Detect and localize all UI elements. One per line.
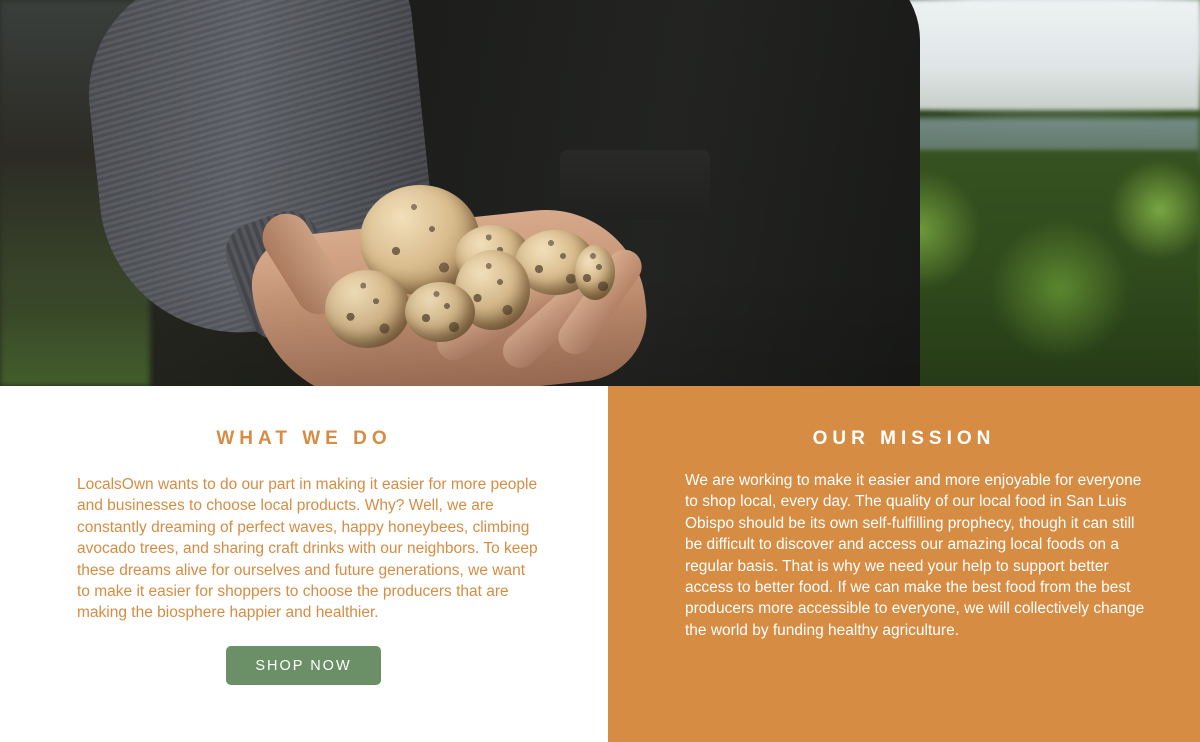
what-we-do-heading: WHAT WE DO — [216, 428, 392, 449]
our-mission-body: We are working to make it easier and mor… — [685, 472, 1145, 639]
page: WHAT WE DO LocalsOwn wants to do our par… — [0, 0, 1200, 742]
our-mission-section: OUR MISSION We are working to make it ea… — [608, 386, 1200, 742]
hero-shade — [0, 0, 1200, 386]
what-we-do-body: LocalsOwn wants to do our part in making… — [77, 476, 538, 622]
shop-now-button[interactable]: SHOP NOW — [226, 646, 381, 685]
what-we-do-section: WHAT WE DO LocalsOwn wants to do our par… — [0, 386, 608, 742]
our-mission-heading: OUR MISSION — [812, 428, 996, 449]
hero-image — [0, 0, 1200, 386]
